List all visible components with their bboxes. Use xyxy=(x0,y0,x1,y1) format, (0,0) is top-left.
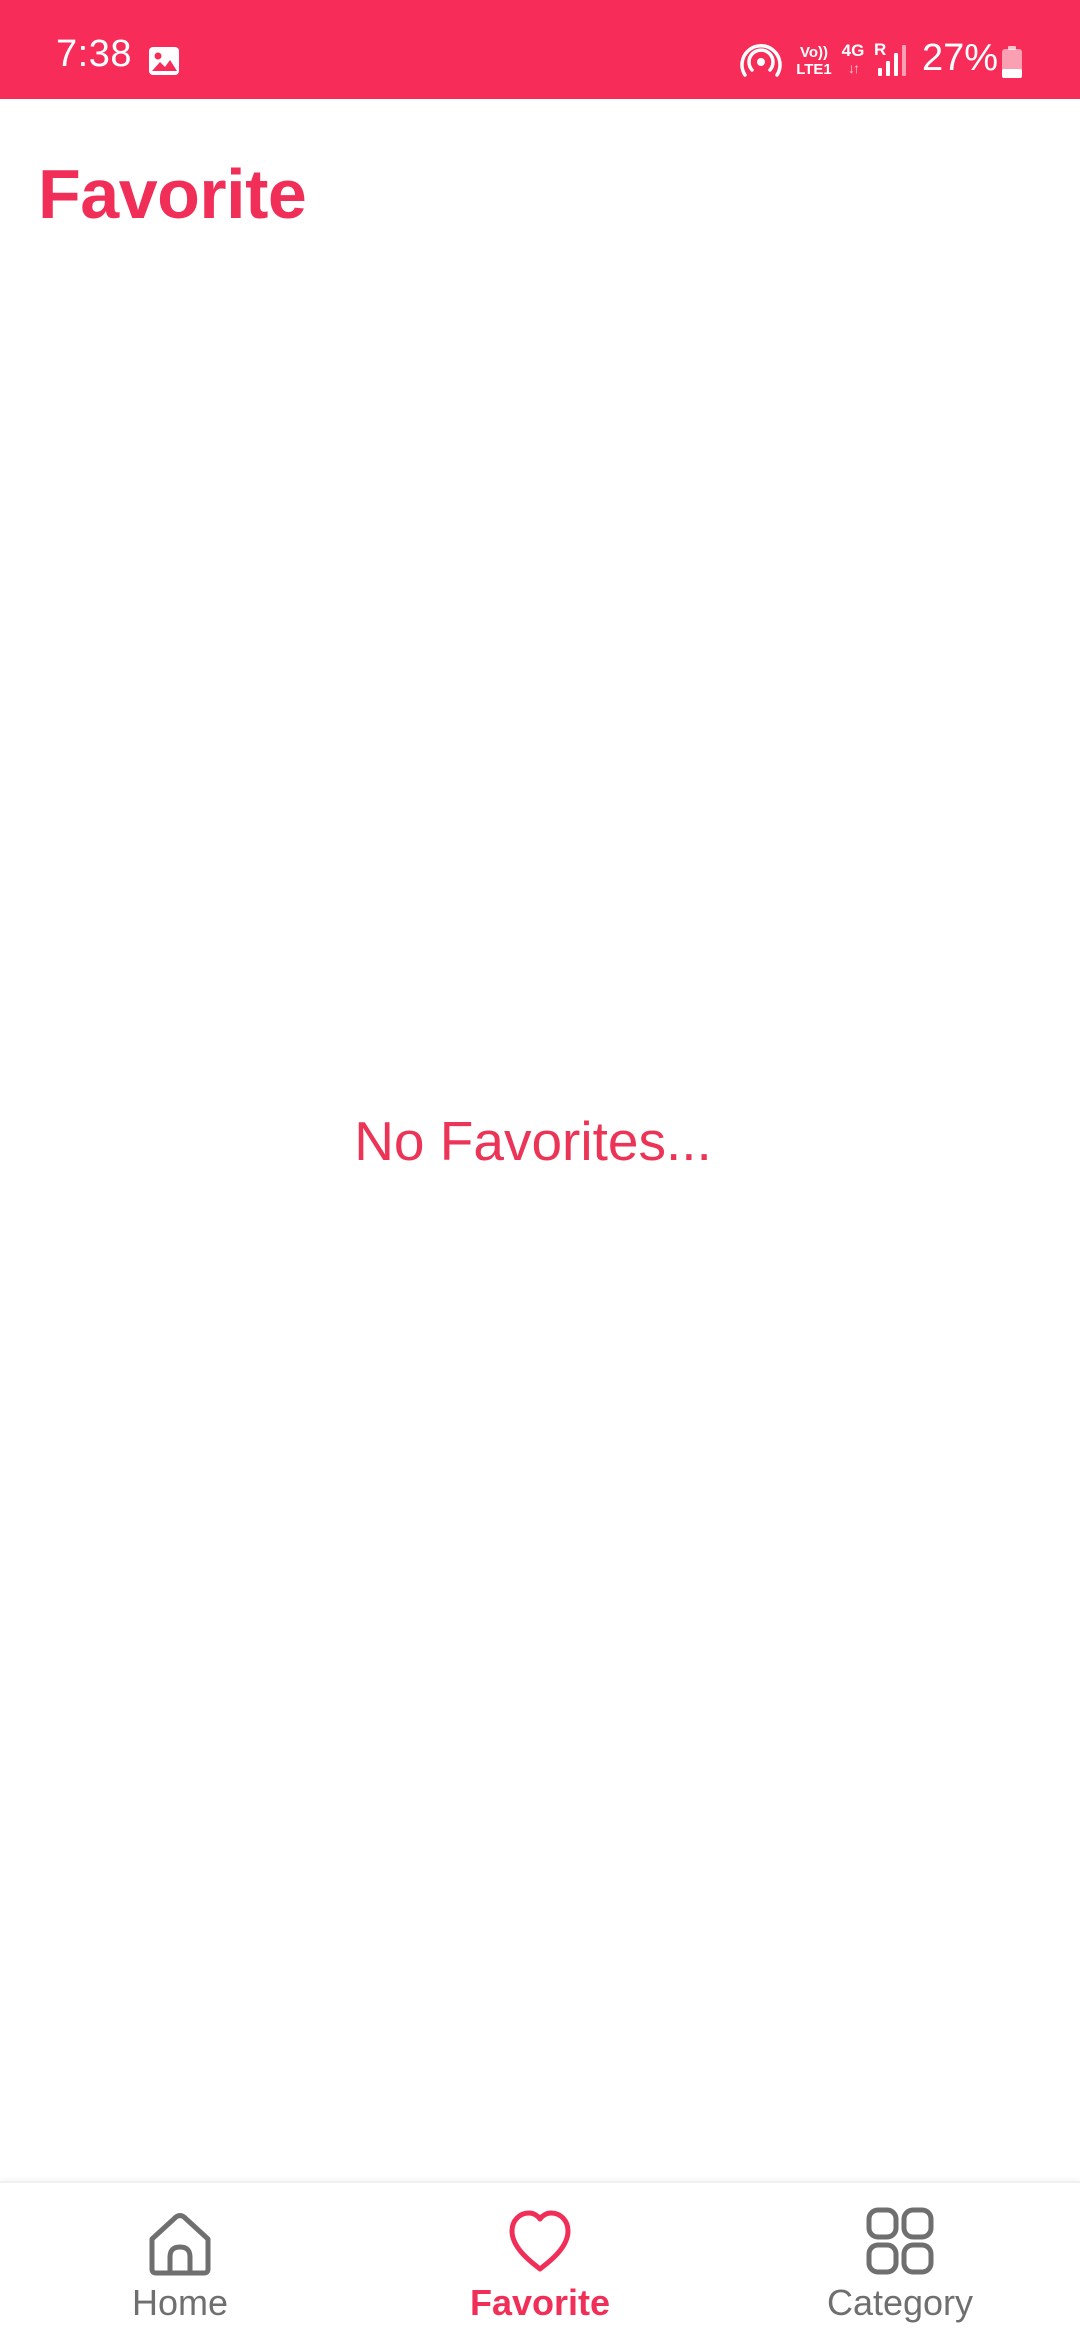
home-icon xyxy=(149,2213,211,2276)
nav-item-category[interactable]: Category xyxy=(720,2183,1080,2340)
hotspot-icon xyxy=(740,44,782,77)
volte-label: Vo)) xyxy=(799,44,829,61)
status-bar: 7:38 Vo)) LTE1 4G ↓↑ R 27% xyxy=(0,0,1080,99)
status-time: 7:38 xyxy=(56,33,132,75)
nav-item-favorite[interactable]: Favorite xyxy=(360,2183,720,2340)
grid-icon xyxy=(866,2207,934,2275)
network-indicator: 4G ↓↑ xyxy=(838,42,868,80)
volte-indicator: Vo)) LTE1 xyxy=(792,44,836,80)
favorite-screen: 7:38 Vo)) LTE1 4G ↓↑ R 27% Favorite No F… xyxy=(0,0,1080,2340)
heart-icon xyxy=(509,2210,571,2272)
nav-label-category: Category xyxy=(826,2282,974,2323)
empty-state-message: No Favorites... xyxy=(354,1110,712,1172)
battery-percent: 27% xyxy=(922,37,999,79)
nav-label-home: Home xyxy=(131,2282,229,2323)
page-title: Favorite xyxy=(38,155,307,233)
nav-label-favorite: Favorite xyxy=(469,2282,611,2323)
network-arrows: ↓↑ xyxy=(848,60,860,76)
image-icon xyxy=(149,47,179,75)
bottom-navigation: Home Favorite Category xyxy=(0,2181,1080,2340)
signal-bars-icon xyxy=(878,45,906,76)
lte-label: LTE1 xyxy=(796,61,832,78)
network-type-label: 4G xyxy=(841,41,865,60)
battery-icon xyxy=(1002,46,1022,78)
nav-item-home[interactable]: Home xyxy=(0,2183,360,2340)
